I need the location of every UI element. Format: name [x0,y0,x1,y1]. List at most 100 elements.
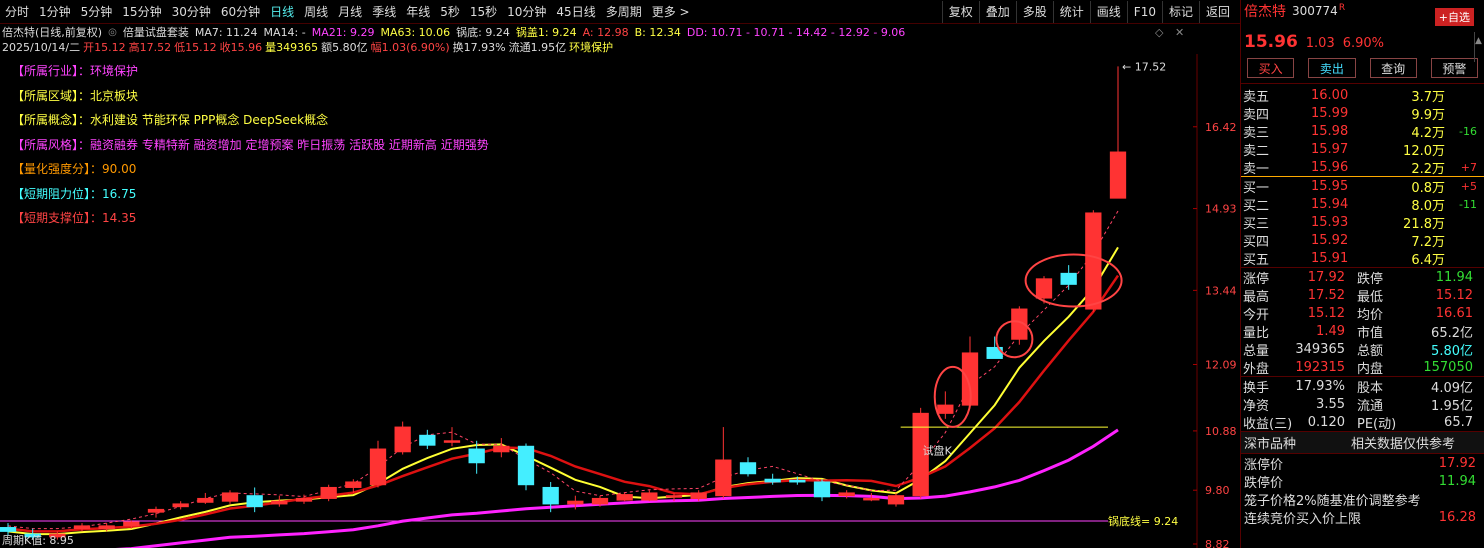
bids-price: 15.95 [1311,178,1349,194]
query-button[interactable]: 查询 [1369,58,1417,78]
sell-button[interactable]: 卖出 [1308,58,1356,78]
asks-price: 15.98 [1311,123,1349,139]
bids-price: 15.93 [1311,214,1349,230]
bids-volume: 21.8万 [1403,216,1445,232]
bids-delta: -11 [1459,197,1477,211]
ma63-value: MA63: 10.06 [380,25,451,39]
asks-price: 15.96 [1311,159,1349,175]
period-tab[interactable]: 5秒 [435,1,465,23]
buy-button[interactable]: 买入 [1247,58,1295,78]
tag-value: 90.00 [102,162,137,176]
asks-volume: 2.2万 [1411,161,1445,177]
period-tab[interactable]: 45日线 [551,1,600,23]
candle-body [542,486,559,505]
candle-body [887,495,905,505]
period-tab[interactable]: 30分钟 [167,1,216,23]
collapse-icon[interactable]: ◇ [1155,26,1163,39]
candle-body [493,445,510,453]
market-section-header: 深市品种 相关数据仅供参考 [1241,432,1484,454]
alert-button[interactable]: 预警 [1430,58,1478,78]
stat-label: 今开 [1243,307,1270,323]
tag-row: 【短期阻力位】：16.75 [12,187,489,212]
period-tab[interactable]: 月线 [333,1,367,23]
period-tab[interactable]: 10分钟 [502,1,551,23]
toolbar-action[interactable]: 画线 [1089,1,1127,23]
period-tab[interactable]: 周线 [299,1,333,23]
stat-label: 收益(三) [1243,416,1293,432]
period-k-label: 周期K值: 8.95 [2,534,74,547]
tag-value: 水利建设 节能环保 PPP概念 DeepSeek概念 [90,113,329,127]
ask-book: 卖五 16.00 3.7万 卖四 15.99 9.9万 卖三 15.98 4.2万 -16 卖二 15… [1241,84,1484,177]
stats-table-2: 换手 17.93% 股本 4.09亿 净资 3.55 流通 1.95亿 收益(三) 0.120 PE… [1241,377,1484,432]
bids-row: 买一 15.95 0.8万 +5 [1241,177,1484,196]
change-value: 幅1.03(6.90%) [370,40,450,54]
candle-body [1109,151,1127,199]
period-tab[interactable]: 多周期 [601,1,647,23]
toolbar-action[interactable]: 返回 [1198,1,1236,23]
close-icon[interactable]: ✕ [1175,26,1184,39]
bids-price: 15.94 [1311,196,1349,212]
period-tab[interactable]: 季线 [367,1,401,23]
toolbar-action[interactable]: 叠加 [978,1,1016,23]
asks-row: 卖五 16.00 3.7万 [1241,86,1484,105]
float-value: 流通1.95亿 [508,40,567,54]
cage-price-note: 笼子价格2%随基准价调整参考 [1244,493,1421,509]
period-tab[interactable]: 60分钟 [216,1,265,23]
stat-label: 量比 [1243,325,1270,341]
settings-icon[interactable]: ◎ [108,27,117,38]
toolbar-action[interactable]: F10 [1126,1,1162,23]
asks-volume: 4.2万 [1411,125,1445,141]
toolbar-action[interactable]: 多股 [1015,1,1053,23]
y-tick-label: 9.80 [1205,484,1230,497]
limit-up-price: 17.92 [1438,455,1476,471]
asks-row: 卖三 15.98 4.2万 -16 [1241,122,1484,141]
bids-label: 买一 [1243,180,1270,196]
panel-scroll[interactable]: ▲ [1474,32,1484,62]
period-tab[interactable]: 15秒 [465,1,502,23]
app-window: 分时 1分钟 5分钟 15分钟 30分钟 60分钟 日线 周线 月线 季线 年线 5秒 15秒 10分钟 4… [0,0,1484,548]
candle-body [739,462,757,475]
toolbar-action[interactable]: 标记 [1161,1,1199,23]
add-watchlist-button[interactable]: +自选 [1434,8,1474,26]
asks-row: 卖四 15.99 9.9万 [1241,104,1484,123]
candle-body [443,440,461,443]
bids-label: 买二 [1243,198,1270,214]
period-tab[interactable]: 日线 [265,1,299,23]
price-change: 1.03 [1305,36,1335,51]
tag-label: 【短期支撑位】： [12,211,103,225]
stat-value: 5.80亿 [1431,343,1473,359]
asks-volume: 12.0万 [1403,143,1445,159]
open-value: 开15.12 [83,40,126,54]
tag-value: 14.35 [102,211,137,225]
period-tab[interactable]: 年线 [401,1,435,23]
candle-body [295,497,313,502]
stats-table: 涨停 17.92 跌停 11.94 最高 17.52 最低 15.12 今开 15.12 均价 16.… [1241,268,1484,377]
toolbar-action[interactable]: 统计 [1052,1,1090,23]
asks-label: 卖一 [1243,161,1270,177]
period-tab[interactable]: 5分钟 [76,1,118,23]
stat-value: 0.120 [1307,414,1345,430]
toolbar-action[interactable]: 复权 [941,1,979,23]
volume-value: 量349365 [265,40,319,54]
stat-value: 157050 [1423,359,1473,375]
stat-label: 换手 [1243,380,1270,396]
stat-label: PE(动) [1357,416,1397,432]
stat-label: 净资 [1243,398,1270,414]
stat-row: 量比 1.49 市值 65.2亿 [1241,322,1484,341]
stat-label: 股本 [1357,380,1384,396]
trade-buttons: 买入 卖出 查询 预警 [1241,54,1484,84]
tag-label: 【所属概念】： [12,113,91,127]
ma7-value: MA7: 11.24 [194,25,258,39]
dd-value: DD: 10.71 - 10.71 - 14.42 - 12.92 - 9.06 [686,25,906,39]
ma-red-line [7,274,1120,533]
period-tab[interactable]: 1分钟 [34,1,76,23]
candle-body [468,448,485,464]
period-tab[interactable]: 15分钟 [117,1,166,23]
period-tab[interactable]: 分时 [0,1,34,23]
bids-price: 15.91 [1311,250,1349,266]
period-tab[interactable]: 更多 > [647,1,695,23]
stat-value: 1.95亿 [1431,398,1473,414]
stat-label: 内盘 [1357,361,1384,377]
stat-label: 最低 [1357,289,1384,305]
b-value: B: 12.34 [634,25,681,39]
